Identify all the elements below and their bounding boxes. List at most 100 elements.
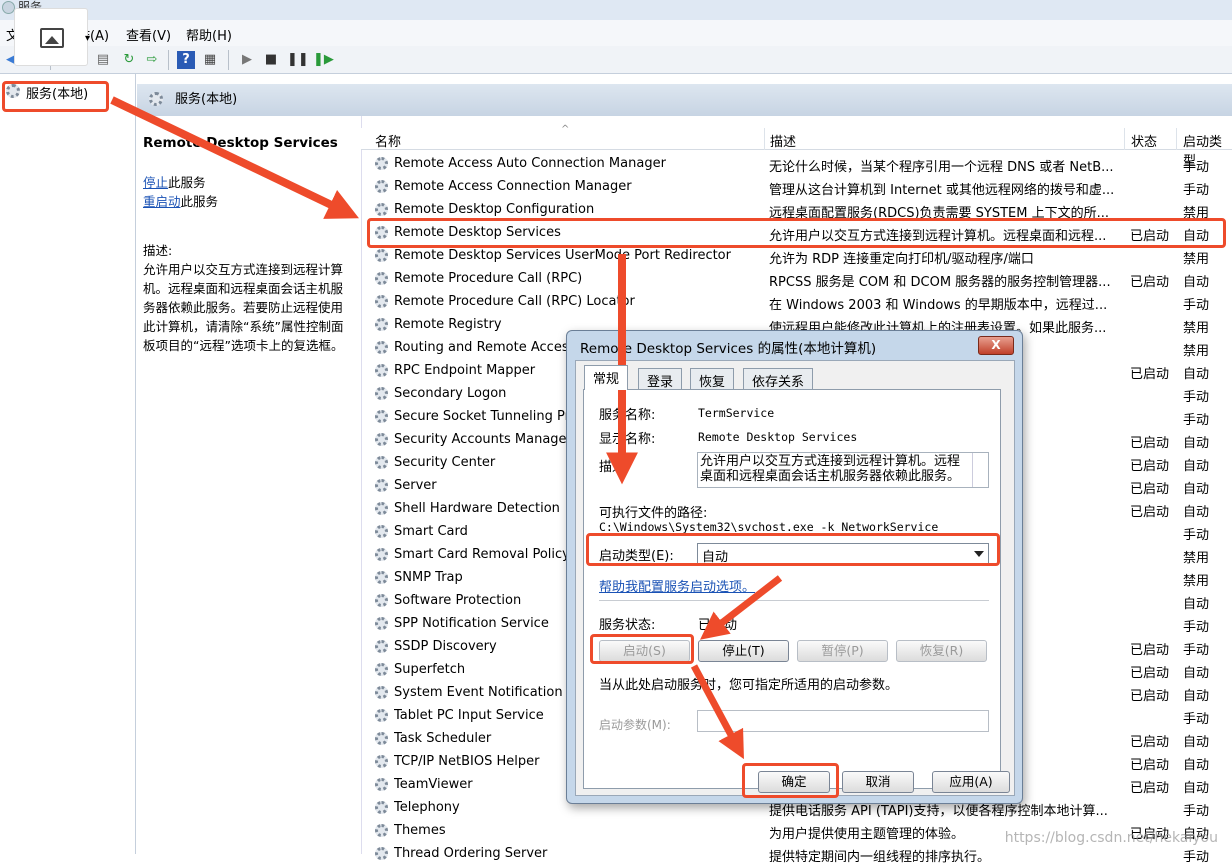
service-status-cell: 已启动 [1130, 229, 1170, 244]
tab-dependencies[interactable]: 依存关系 [743, 368, 814, 390]
table-row[interactable]: Remote Desktop Services UserMode Port Re… [361, 245, 1232, 268]
restart-action-line: 重启动此服务 [143, 192, 355, 211]
table-row[interactable]: Remote Desktop Configuration 远程桌面配置服务(RDC… [361, 199, 1232, 222]
service-status-cell: 已启动 [1130, 689, 1170, 704]
start-button[interactable]: 启动(S) [599, 640, 690, 662]
service-startup-cell: 自动 [1183, 482, 1210, 497]
export-icon[interactable]: ⇨ [143, 51, 161, 69]
sort-ascending-icon: ^ [561, 124, 570, 135]
service-startup-cell: 自动 [1183, 689, 1210, 704]
menu-help[interactable]: 帮助(H) [186, 25, 232, 44]
service-gear-icon [375, 755, 388, 768]
startup-type-select[interactable]: 自动 [697, 543, 989, 565]
close-icon[interactable]: X [978, 336, 1014, 355]
service-name-cell: Remote Procedure Call (RPC) Locator [394, 294, 635, 309]
service-gear-icon [375, 479, 388, 492]
service-status-cell: 已启动 [1130, 666, 1170, 681]
service-startup-cell: 自动 [1183, 505, 1210, 520]
service-startup-cell: 手动 [1183, 804, 1210, 819]
detail-pane: Remote Desktop Services 停止此服务 重启动此服务 描述:… [137, 116, 361, 854]
help-icon[interactable]: ? [177, 51, 195, 69]
chevron-down-icon [974, 551, 984, 557]
image-placeholder-icon: ▾ [14, 8, 90, 66]
cancel-button[interactable]: 取消 [842, 771, 914, 793]
table-row[interactable]: Thread Ordering Server 提供特定期间内一组线程的排序执行。手… [361, 843, 1232, 866]
show-hide-tree-icon[interactable]: ▤ [94, 51, 112, 69]
service-startup-cell: 自动 [1183, 459, 1210, 474]
pause-button[interactable]: 暂停(P) [797, 640, 888, 662]
service-startup-cell: 手动 [1183, 620, 1210, 635]
properties-icon[interactable]: ▦ [201, 51, 219, 69]
stop-button[interactable]: 停止(T) [698, 640, 789, 662]
service-name-cell: Remote Access Auto Connection Manager [394, 156, 666, 171]
column-header-name[interactable]: 名称 [375, 131, 401, 150]
column-divider[interactable] [764, 128, 765, 150]
service-gear-icon [375, 686, 388, 699]
divider [599, 600, 989, 601]
restart-service-link[interactable]: 重启动 [143, 194, 181, 209]
stop-service-link[interactable]: 停止 [143, 175, 168, 190]
service-gear-icon [375, 272, 388, 285]
service-startup-cell: 自动 [1183, 597, 1210, 612]
table-row[interactable]: Remote Desktop Services 允许用户以交互方式连接到远程计算机… [361, 222, 1232, 245]
detail-desc-text: 允许用户以交互方式连接到远程计算机。远程桌面和远程桌面会话主机服务器依赖此服务。… [143, 262, 344, 353]
refresh-icon[interactable]: ↻ [120, 51, 138, 69]
services-gear-icon [6, 84, 20, 98]
display-name-label: 显示名称: [599, 432, 656, 447]
start-params-input[interactable] [697, 710, 989, 732]
description-label: 描述: [599, 460, 630, 475]
service-startup-cell: 自动 [1183, 666, 1210, 681]
table-row[interactable]: Remote Procedure Call (RPC) Locator 在 Win… [361, 291, 1232, 314]
column-divider[interactable] [1124, 128, 1125, 150]
restart-icon[interactable]: ❚▶ [313, 51, 334, 69]
properties-dialog: Remote Desktop Services 的属性(本地计算机) X 常规 … [566, 330, 1023, 804]
service-gear-icon [375, 387, 388, 400]
column-divider[interactable] [1176, 128, 1177, 150]
apply-button[interactable]: 应用(A) [932, 771, 1010, 793]
service-status-cell: 已启动 [1130, 436, 1170, 451]
tab-recovery[interactable]: 恢复 [690, 368, 735, 390]
resume-button[interactable]: 恢复(R) [896, 640, 987, 662]
column-header-desc[interactable]: 描述 [770, 131, 796, 150]
description-box[interactable]: 允许用户以交互方式连接到远程计算机。远程桌面和远程桌面会话主机服务器依赖此服务。 [697, 452, 989, 488]
service-startup-cell: 自动 [1183, 436, 1210, 451]
tree-pane: 服务(本地) [0, 74, 136, 854]
table-row[interactable]: Remote Access Auto Connection Manager 无论什… [361, 153, 1232, 176]
stop-suffix: 此服务 [168, 175, 206, 190]
service-desc-cell: 无论什么时候，当某个程序引用一个远程 DNS 或者 NetB... [769, 160, 1114, 175]
tab-logon[interactable]: 登录 [638, 368, 683, 390]
service-desc-cell: 允许为 RDP 连接重定向打印机/驱动程序/端口 [769, 252, 1034, 267]
tree-item-services-local[interactable]: 服务(本地) [6, 83, 88, 102]
table-row[interactable]: Remote Procedure Call (RPC) RPCSS 服务是 COM… [361, 268, 1232, 291]
service-status-cell: 已启动 [1130, 505, 1170, 520]
service-status-cell: 已启动 [1130, 735, 1170, 750]
service-desc-cell: RPCSS 服务是 COM 和 DCOM 服务器的服务控制管理器... [769, 275, 1111, 290]
service-startup-cell: 手动 [1183, 183, 1210, 198]
stop-icon[interactable]: ■ [262, 51, 280, 69]
tab-general[interactable]: 常规 [584, 365, 629, 390]
main-header: 服务(本地) [137, 84, 1232, 116]
service-name-cell: Themes [394, 823, 446, 838]
service-gear-icon [375, 525, 388, 538]
service-gear-icon [375, 341, 388, 354]
help-configure-link[interactable]: 帮助我配置服务启动选项。 [599, 576, 755, 595]
service-gear-icon [375, 318, 388, 331]
column-header-status[interactable]: 状态 [1131, 131, 1157, 150]
table-row[interactable]: Remote Access Connection Manager 管理从这台计算机… [361, 176, 1232, 199]
service-gear-icon [375, 433, 388, 446]
stop-action-line: 停止此服务 [143, 173, 355, 192]
picture-icon [40, 28, 64, 48]
service-startup-cell: 手动 [1183, 413, 1210, 428]
start-icon[interactable]: ▶ [238, 51, 256, 69]
service-status-cell: 已启动 [1130, 367, 1170, 382]
service-gear-icon [375, 295, 388, 308]
main-header-title: 服务(本地) [175, 92, 238, 107]
description-scrollbar[interactable] [972, 453, 988, 487]
display-name-value: Remote Desktop Services [698, 430, 858, 444]
description-value: 允许用户以交互方式连接到远程计算机。远程桌面和远程桌面会话主机服务器依赖此服务。 [700, 454, 961, 484]
ok-button[interactable]: 确定 [758, 771, 830, 793]
service-gear-icon [375, 364, 388, 377]
menu-view[interactable]: 查看(V) [126, 25, 171, 44]
service-startup-cell: 禁用 [1183, 252, 1210, 267]
pause-icon[interactable]: ❚❚ [287, 51, 309, 69]
